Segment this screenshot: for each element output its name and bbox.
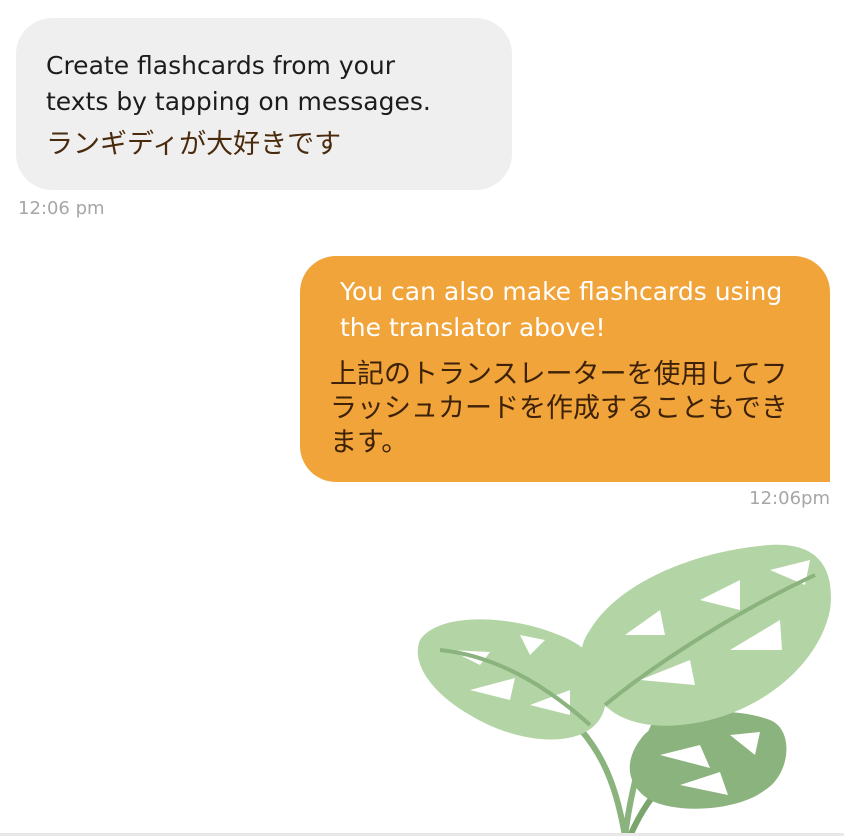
monstera-leaves-icon [417, 544, 831, 836]
message-translation[interactable]: 上記のトランスレーターを使用してフ ラッシュカードを作成することもでき ます。 [330, 358, 800, 460]
message-translation[interactable]: ランギディが大好きです [46, 128, 482, 162]
message-text[interactable]: You can also make flashcards using the t… [330, 274, 800, 346]
outgoing-message-bubble[interactable]: You can also make flashcards using the t… [300, 256, 830, 482]
message-text[interactable]: Create flashcards from your texts by tap… [46, 48, 482, 120]
message-timestamp: 12:06 pm [18, 198, 105, 219]
message-timestamp: 12:06pm [749, 488, 830, 509]
incoming-message-bubble[interactable]: Create flashcards from your texts by tap… [16, 18, 512, 190]
chat-thread: Create flashcards from your texts by tap… [0, 0, 844, 836]
